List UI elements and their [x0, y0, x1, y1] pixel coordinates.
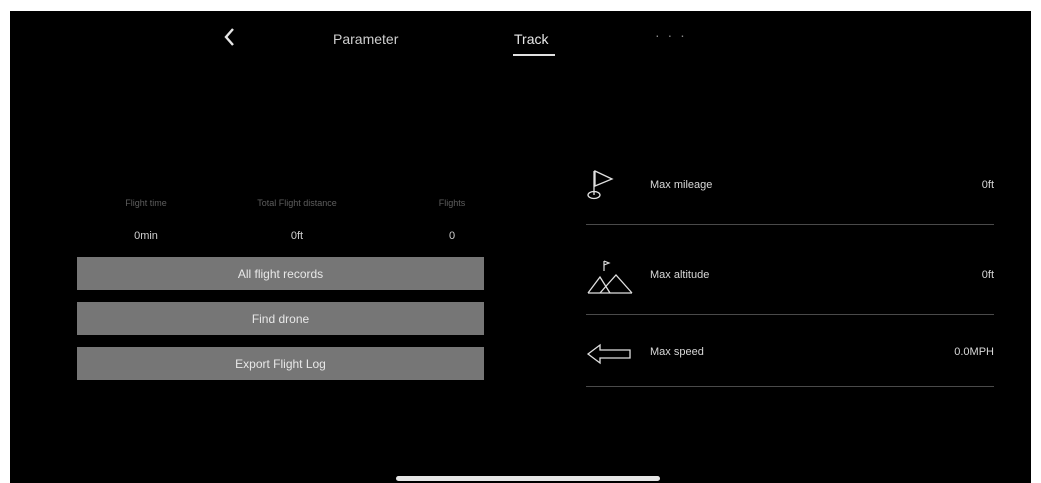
flight-time-label: Flight time: [125, 198, 167, 208]
track-screen: Parameter Track · · · Flight time Total …: [10, 11, 1031, 483]
chevron-left-icon: [224, 28, 234, 46]
more-button[interactable]: · · ·: [655, 27, 687, 43]
flag-icon: [587, 169, 614, 200]
total-distance-value: 0ft: [290, 230, 304, 242]
tab-parameter[interactable]: Parameter: [333, 31, 398, 47]
total-distance-label: Total Flight distance: [257, 198, 337, 208]
active-tab-indicator: [513, 54, 555, 56]
arrow-left-icon: [586, 343, 631, 365]
max-speed-value: 0.0MPH: [954, 346, 994, 358]
find-drone-button[interactable]: Find drone: [77, 302, 484, 335]
home-indicator[interactable]: [396, 476, 660, 481]
flights-value: 0: [448, 230, 456, 242]
flight-time-value: 0min: [134, 230, 158, 242]
divider: [586, 314, 994, 315]
mountain-icon: [587, 260, 633, 294]
max-mileage-label: Max mileage: [650, 179, 713, 191]
tab-track[interactable]: Track: [514, 31, 548, 47]
export-flight-log-button[interactable]: Export Flight Log: [77, 347, 484, 380]
back-button[interactable]: [218, 25, 244, 51]
max-mileage-value: 0ft: [981, 179, 994, 191]
max-altitude-label: Max altitude: [650, 269, 710, 281]
max-speed-label: Max speed: [650, 346, 704, 358]
divider: [586, 224, 994, 225]
flights-label: Flights: [438, 198, 466, 208]
max-altitude-value: 0ft: [981, 269, 994, 281]
all-flight-records-button[interactable]: All flight records: [77, 257, 484, 290]
divider: [586, 386, 994, 387]
